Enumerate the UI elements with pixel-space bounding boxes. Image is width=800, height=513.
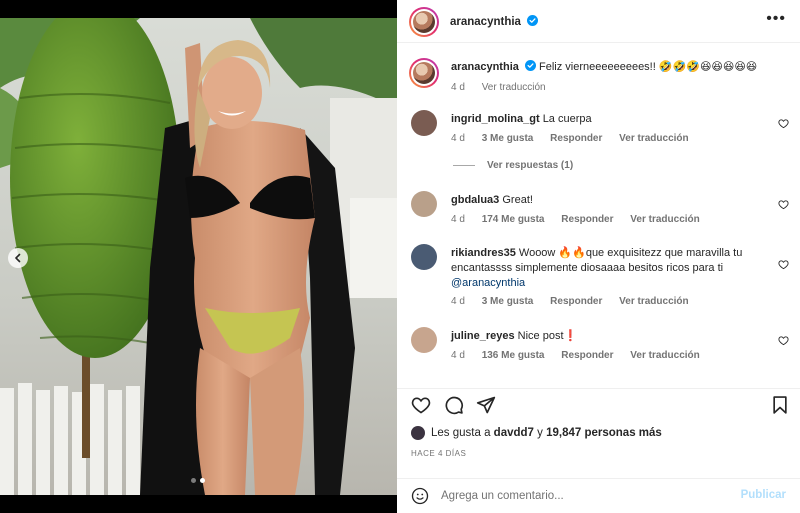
- comment-item: rikiandres35 Wooow 🔥🔥que exquisitezz que…: [409, 244, 789, 314]
- verified-badge-icon: [524, 60, 536, 71]
- comment-translate-link[interactable]: Ver traducción: [619, 133, 688, 144]
- chevron-left-icon: [15, 253, 21, 263]
- post-header: aranacynthia •••: [397, 0, 800, 43]
- comment-translate-link[interactable]: Ver traducción: [619, 296, 688, 307]
- comment-reply-button[interactable]: Responder: [561, 350, 613, 361]
- comment-reply-button[interactable]: Responder: [561, 214, 613, 225]
- comment-likes[interactable]: 3 Me gusta: [482, 133, 534, 144]
- publish-button[interactable]: Publicar: [741, 489, 786, 501]
- comment-translate-link[interactable]: Ver traducción: [630, 214, 699, 225]
- comment-translate-link[interactable]: Ver traducción: [630, 350, 699, 361]
- comment-reply-button[interactable]: Responder: [550, 133, 602, 144]
- comments-list: aranacynthia Feliz vierneeeeeeeees!! 🤣🤣🤣…: [397, 44, 800, 384]
- comment-avatar[interactable]: [411, 191, 437, 217]
- replies-line: [453, 164, 475, 166]
- likes-prefix: Les gusta a: [431, 427, 491, 439]
- comment-item: gbdalua3 Great! 4 d 174 Me gusta Respond…: [409, 191, 789, 231]
- heart-icon[interactable]: [778, 118, 789, 129]
- carousel-dot-active: [200, 478, 205, 483]
- caption-username[interactable]: aranacynthia: [451, 61, 519, 73]
- post-caption: aranacynthia Feliz vierneeeeeeeees!! 🤣🤣🤣…: [409, 58, 789, 98]
- more-options-icon[interactable]: •••: [766, 11, 786, 27]
- likes-connector: y: [537, 427, 543, 439]
- comment-username[interactable]: rikiandres35: [451, 247, 516, 259]
- comment-mention[interactable]: @aranacynthia: [451, 277, 525, 289]
- comment-username[interactable]: gbdalua3: [451, 194, 499, 206]
- heart-icon[interactable]: [778, 259, 789, 270]
- carousel-dot: [191, 478, 196, 483]
- comment-age[interactable]: 4 d: [451, 133, 465, 144]
- comment-item: juline_reyes Nice post❗ 4 d 136 Me gusta…: [409, 327, 789, 367]
- view-replies-label[interactable]: Ver respuestas (1): [487, 160, 573, 171]
- view-replies-button[interactable]: Ver respuestas (1): [453, 160, 573, 171]
- comment-input[interactable]: [441, 487, 721, 505]
- verified-badge-icon: [527, 15, 539, 26]
- comment-bubble-icon[interactable]: [444, 395, 464, 415]
- caption-text: Feliz vierneeeeeeeees!! 🤣🤣🤣😆😆😆😆😆: [539, 61, 758, 73]
- heart-icon[interactable]: [778, 335, 789, 346]
- comment-age[interactable]: 4 d: [451, 296, 465, 307]
- likes-summary: Les gusta a davdd7 y 19,847 personas más: [411, 426, 662, 440]
- comment-likes[interactable]: 3 Me gusta: [482, 296, 534, 307]
- bookmark-icon[interactable]: [770, 395, 790, 415]
- comment-username[interactable]: juline_reyes: [451, 330, 515, 342]
- liker-avatar[interactable]: [411, 426, 425, 440]
- comment-age[interactable]: 4 d: [451, 214, 465, 225]
- comment-text: La cuerpa: [542, 113, 592, 125]
- author-username[interactable]: aranacynthia: [450, 16, 521, 28]
- comment-composer: Publicar: [397, 478, 800, 513]
- caption-age[interactable]: 4 d: [451, 82, 465, 93]
- share-paper-plane-icon[interactable]: [476, 395, 496, 415]
- like-heart-icon[interactable]: [411, 395, 431, 415]
- author-avatar[interactable]: [409, 7, 439, 37]
- post-actions: [397, 388, 800, 418]
- photo-illustration: [0, 18, 397, 495]
- post-photo[interactable]: [0, 18, 397, 495]
- comment-text: Nice post❗: [517, 330, 578, 342]
- comment-avatar[interactable]: [411, 244, 437, 270]
- comment-item: ingrid_molina_gt La cuerpa 4 d 3 Me gust…: [409, 110, 789, 171]
- comment-age[interactable]: 4 d: [451, 350, 465, 361]
- post-timestamp[interactable]: HACE 4 DÍAS: [411, 449, 466, 458]
- heart-icon[interactable]: [778, 199, 789, 210]
- comment-username[interactable]: ingrid_molina_gt: [451, 113, 540, 125]
- emoji-icon[interactable]: [411, 487, 429, 505]
- comment-avatar[interactable]: [411, 110, 437, 136]
- post-media: [0, 0, 397, 513]
- comment-text: Great!: [502, 194, 533, 206]
- carousel-indicator: [191, 478, 205, 483]
- comment-likes[interactable]: 136 Me gusta: [482, 350, 545, 361]
- post-sidebar: aranacynthia ••• aranacynthia Feliz vier…: [397, 0, 800, 513]
- carousel-prev-button[interactable]: [8, 248, 28, 268]
- caption-translate-link[interactable]: Ver traducción: [482, 82, 546, 93]
- comment-avatar[interactable]: [411, 327, 437, 353]
- caption-author-avatar[interactable]: [409, 58, 439, 88]
- liker-username[interactable]: davdd7: [494, 427, 534, 439]
- comment-likes[interactable]: 174 Me gusta: [482, 214, 545, 225]
- comment-reply-button[interactable]: Responder: [550, 296, 602, 307]
- likes-count[interactable]: 19,847 personas más: [546, 427, 662, 439]
